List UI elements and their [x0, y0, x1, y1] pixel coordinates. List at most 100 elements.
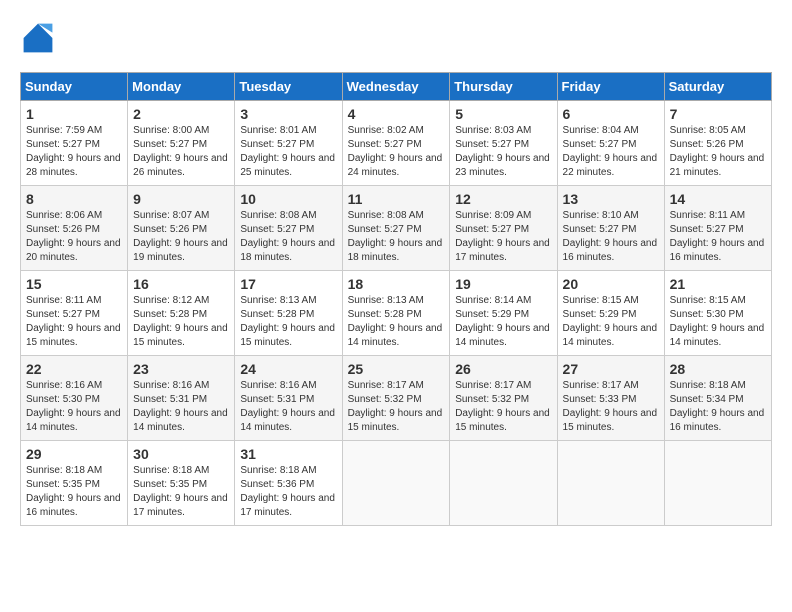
calendar-cell [664, 441, 771, 526]
day-number: 28 [670, 361, 766, 377]
day-info: Sunrise: 8:08 AM Sunset: 5:27 PM Dayligh… [240, 209, 336, 265]
calendar-cell: 19 Sunrise: 8:14 AM Sunset: 5:29 PM Dayl… [450, 271, 557, 356]
day-number: 17 [240, 276, 336, 292]
day-number: 21 [670, 276, 766, 292]
day-number: 14 [670, 191, 766, 207]
calendar-week-row: 1 Sunrise: 7:59 AM Sunset: 5:27 PM Dayli… [21, 101, 772, 186]
day-info: Sunrise: 8:18 AM Sunset: 5:36 PM Dayligh… [240, 464, 336, 520]
day-number: 11 [348, 191, 445, 207]
day-number: 20 [563, 276, 659, 292]
calendar-cell: 29 Sunrise: 8:18 AM Sunset: 5:35 PM Dayl… [21, 441, 128, 526]
day-number: 7 [670, 106, 766, 122]
calendar-cell: 25 Sunrise: 8:17 AM Sunset: 5:32 PM Dayl… [342, 356, 450, 441]
page-header [20, 20, 772, 56]
day-number: 3 [240, 106, 336, 122]
day-number: 23 [133, 361, 229, 377]
calendar-cell: 5 Sunrise: 8:03 AM Sunset: 5:27 PM Dayli… [450, 101, 557, 186]
day-number: 4 [348, 106, 445, 122]
calendar-cell: 8 Sunrise: 8:06 AM Sunset: 5:26 PM Dayli… [21, 186, 128, 271]
day-number: 18 [348, 276, 445, 292]
day-number: 25 [348, 361, 445, 377]
calendar-cell: 14 Sunrise: 8:11 AM Sunset: 5:27 PM Dayl… [664, 186, 771, 271]
day-info: Sunrise: 8:06 AM Sunset: 5:26 PM Dayligh… [26, 209, 122, 265]
calendar-cell: 12 Sunrise: 8:09 AM Sunset: 5:27 PM Dayl… [450, 186, 557, 271]
calendar-cell [557, 441, 664, 526]
day-number: 16 [133, 276, 229, 292]
day-info: Sunrise: 8:18 AM Sunset: 5:34 PM Dayligh… [670, 379, 766, 435]
calendar-cell: 18 Sunrise: 8:13 AM Sunset: 5:28 PM Dayl… [342, 271, 450, 356]
day-number: 8 [26, 191, 122, 207]
day-number: 15 [26, 276, 122, 292]
day-info: Sunrise: 8:16 AM Sunset: 5:30 PM Dayligh… [26, 379, 122, 435]
calendar-cell: 15 Sunrise: 8:11 AM Sunset: 5:27 PM Dayl… [21, 271, 128, 356]
day-info: Sunrise: 8:11 AM Sunset: 5:27 PM Dayligh… [670, 209, 766, 265]
day-info: Sunrise: 8:08 AM Sunset: 5:27 PM Dayligh… [348, 209, 445, 265]
day-info: Sunrise: 8:04 AM Sunset: 5:27 PM Dayligh… [563, 124, 659, 180]
calendar-cell: 1 Sunrise: 7:59 AM Sunset: 5:27 PM Dayli… [21, 101, 128, 186]
calendar-cell: 30 Sunrise: 8:18 AM Sunset: 5:35 PM Dayl… [128, 441, 235, 526]
day-number: 6 [563, 106, 659, 122]
day-info: Sunrise: 8:07 AM Sunset: 5:26 PM Dayligh… [133, 209, 229, 265]
calendar-week-row: 15 Sunrise: 8:11 AM Sunset: 5:27 PM Dayl… [21, 271, 772, 356]
calendar-cell: 22 Sunrise: 8:16 AM Sunset: 5:30 PM Dayl… [21, 356, 128, 441]
day-number: 19 [455, 276, 551, 292]
day-info: Sunrise: 8:17 AM Sunset: 5:33 PM Dayligh… [563, 379, 659, 435]
day-info: Sunrise: 8:05 AM Sunset: 5:26 PM Dayligh… [670, 124, 766, 180]
calendar-cell: 2 Sunrise: 8:00 AM Sunset: 5:27 PM Dayli… [128, 101, 235, 186]
calendar-cell: 27 Sunrise: 8:17 AM Sunset: 5:33 PM Dayl… [557, 356, 664, 441]
day-number: 29 [26, 446, 122, 462]
day-info: Sunrise: 8:14 AM Sunset: 5:29 PM Dayligh… [455, 294, 551, 350]
day-info: Sunrise: 7:59 AM Sunset: 5:27 PM Dayligh… [26, 124, 122, 180]
day-info: Sunrise: 8:18 AM Sunset: 5:35 PM Dayligh… [26, 464, 122, 520]
day-info: Sunrise: 8:17 AM Sunset: 5:32 PM Dayligh… [455, 379, 551, 435]
day-number: 9 [133, 191, 229, 207]
day-info: Sunrise: 8:12 AM Sunset: 5:28 PM Dayligh… [133, 294, 229, 350]
day-info: Sunrise: 8:11 AM Sunset: 5:27 PM Dayligh… [26, 294, 122, 350]
day-number: 26 [455, 361, 551, 377]
day-number: 1 [26, 106, 122, 122]
day-info: Sunrise: 8:18 AM Sunset: 5:35 PM Dayligh… [133, 464, 229, 520]
calendar-cell: 24 Sunrise: 8:16 AM Sunset: 5:31 PM Dayl… [235, 356, 342, 441]
calendar-cell: 4 Sunrise: 8:02 AM Sunset: 5:27 PM Dayli… [342, 101, 450, 186]
calendar-cell: 3 Sunrise: 8:01 AM Sunset: 5:27 PM Dayli… [235, 101, 342, 186]
calendar-cell: 9 Sunrise: 8:07 AM Sunset: 5:26 PM Dayli… [128, 186, 235, 271]
weekday-header-monday: Monday [128, 73, 235, 101]
weekday-header-friday: Friday [557, 73, 664, 101]
day-number: 30 [133, 446, 229, 462]
calendar-cell: 28 Sunrise: 8:18 AM Sunset: 5:34 PM Dayl… [664, 356, 771, 441]
day-info: Sunrise: 8:03 AM Sunset: 5:27 PM Dayligh… [455, 124, 551, 180]
day-info: Sunrise: 8:16 AM Sunset: 5:31 PM Dayligh… [133, 379, 229, 435]
calendar-cell: 6 Sunrise: 8:04 AM Sunset: 5:27 PM Dayli… [557, 101, 664, 186]
calendar-cell: 11 Sunrise: 8:08 AM Sunset: 5:27 PM Dayl… [342, 186, 450, 271]
weekday-header-saturday: Saturday [664, 73, 771, 101]
day-info: Sunrise: 8:13 AM Sunset: 5:28 PM Dayligh… [348, 294, 445, 350]
day-info: Sunrise: 8:02 AM Sunset: 5:27 PM Dayligh… [348, 124, 445, 180]
day-info: Sunrise: 8:17 AM Sunset: 5:32 PM Dayligh… [348, 379, 445, 435]
day-number: 13 [563, 191, 659, 207]
calendar-cell: 31 Sunrise: 8:18 AM Sunset: 5:36 PM Dayl… [235, 441, 342, 526]
day-number: 22 [26, 361, 122, 377]
calendar-cell [450, 441, 557, 526]
calendar-table: SundayMondayTuesdayWednesdayThursdayFrid… [20, 72, 772, 526]
day-number: 5 [455, 106, 551, 122]
calendar-week-row: 22 Sunrise: 8:16 AM Sunset: 5:30 PM Dayl… [21, 356, 772, 441]
day-number: 31 [240, 446, 336, 462]
calendar-cell: 20 Sunrise: 8:15 AM Sunset: 5:29 PM Dayl… [557, 271, 664, 356]
day-number: 27 [563, 361, 659, 377]
weekday-header-thursday: Thursday [450, 73, 557, 101]
day-number: 24 [240, 361, 336, 377]
day-number: 10 [240, 191, 336, 207]
calendar-cell: 10 Sunrise: 8:08 AM Sunset: 5:27 PM Dayl… [235, 186, 342, 271]
logo [20, 20, 62, 56]
day-info: Sunrise: 8:16 AM Sunset: 5:31 PM Dayligh… [240, 379, 336, 435]
calendar-cell: 13 Sunrise: 8:10 AM Sunset: 5:27 PM Dayl… [557, 186, 664, 271]
day-number: 2 [133, 106, 229, 122]
weekday-header-tuesday: Tuesday [235, 73, 342, 101]
day-info: Sunrise: 8:10 AM Sunset: 5:27 PM Dayligh… [563, 209, 659, 265]
calendar-cell: 23 Sunrise: 8:16 AM Sunset: 5:31 PM Dayl… [128, 356, 235, 441]
day-number: 12 [455, 191, 551, 207]
day-info: Sunrise: 8:00 AM Sunset: 5:27 PM Dayligh… [133, 124, 229, 180]
day-info: Sunrise: 8:09 AM Sunset: 5:27 PM Dayligh… [455, 209, 551, 265]
weekday-header-sunday: Sunday [21, 73, 128, 101]
calendar-week-row: 29 Sunrise: 8:18 AM Sunset: 5:35 PM Dayl… [21, 441, 772, 526]
